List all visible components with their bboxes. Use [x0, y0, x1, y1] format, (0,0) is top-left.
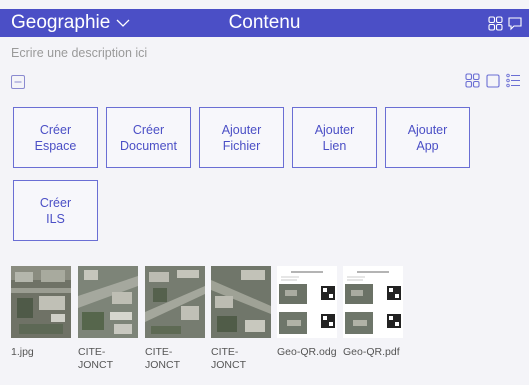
aerial-photo-thumbnail	[211, 266, 271, 338]
file-item[interactable]: Geo-QR.odg	[277, 266, 339, 359]
file-name: CITE-JONCT	[145, 346, 180, 371]
list-view-icon[interactable]	[506, 73, 521, 88]
space-title: Geographie	[11, 12, 111, 33]
create-ils-button[interactable]: Créer ILS	[13, 180, 98, 241]
file-item[interactable]: 1.jpg	[11, 266, 73, 359]
button-label-line1: Ajouter	[314, 122, 355, 137]
grid-view-icon[interactable]	[465, 73, 480, 88]
create-document-button[interactable]: Créer Document	[106, 107, 191, 168]
create-space-button[interactable]: Créer Espace	[13, 107, 98, 168]
collapse-icon[interactable]	[11, 75, 25, 89]
single-view-icon[interactable]	[486, 73, 500, 88]
button-label-line1: Ajouter	[221, 122, 262, 137]
chat-icon[interactable]	[507, 16, 523, 31]
document-thumbnail	[343, 266, 403, 338]
file-name: 1.jpg	[11, 346, 34, 358]
file-name: CITE-JONCT	[78, 346, 113, 371]
file-item[interactable]: CITE-JONCT	[145, 266, 207, 372]
grid-view-icon[interactable]	[488, 16, 503, 31]
add-file-button[interactable]: Ajouter Fichier	[199, 107, 284, 168]
button-label-line1: Ajouter	[407, 122, 448, 137]
file-item[interactable]: Geo-QR.pdf	[343, 266, 405, 359]
button-label-line2: App	[416, 138, 439, 153]
button-label-line1: Créer	[132, 122, 165, 137]
description-field[interactable]: Ecrire une description ici	[11, 46, 147, 60]
file-name: Geo-QR.pdf	[343, 346, 400, 358]
chevron-down-icon	[116, 19, 130, 27]
view-switcher	[465, 73, 521, 88]
add-link-button[interactable]: Ajouter Lien	[292, 107, 377, 168]
add-app-button[interactable]: Ajouter App	[385, 107, 470, 168]
aerial-photo-thumbnail	[78, 266, 138, 338]
aerial-photo-thumbnail	[145, 266, 205, 338]
button-label-line2: Document	[120, 138, 177, 153]
button-label-line2: Fichier	[222, 138, 261, 153]
button-label-line2: Espace	[34, 138, 77, 153]
file-name: Geo-QR.odg	[277, 346, 337, 358]
file-item[interactable]: CITE-JONCT	[211, 266, 273, 372]
button-label-line2: Lien	[322, 138, 347, 153]
button-label-line2: ILS	[46, 211, 65, 226]
document-thumbnail	[277, 266, 337, 338]
space-title-dropdown[interactable]: Geographie	[11, 12, 130, 34]
file-item[interactable]: CITE-JONCT	[78, 266, 140, 372]
top-bar: Geographie Contenu	[0, 9, 529, 37]
file-name: CITE-JONCT	[211, 346, 246, 371]
button-label-line1: Créer	[39, 195, 72, 210]
aerial-photo-thumbnail	[11, 266, 71, 338]
button-label-line1: Créer	[39, 122, 72, 137]
